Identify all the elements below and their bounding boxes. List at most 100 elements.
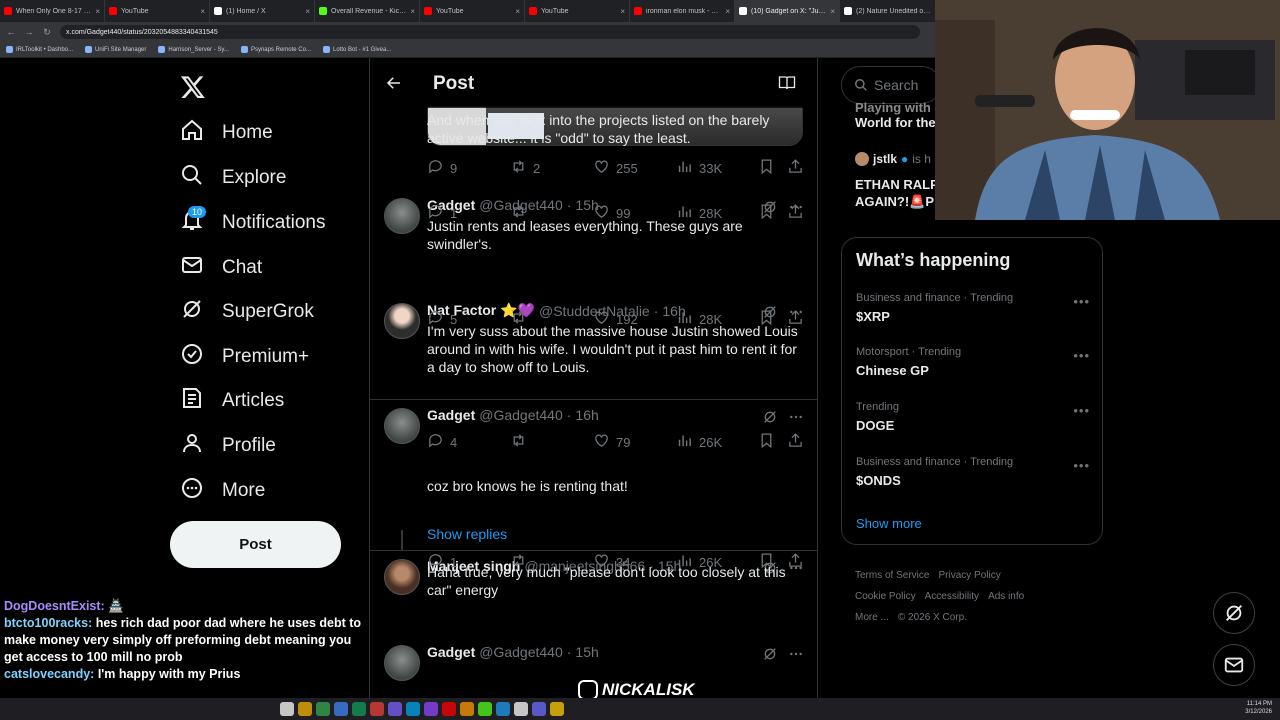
views-button[interactable]: 33K [676,158,722,178]
handle[interactable]: @Gadget440 [479,644,563,660]
trend-item[interactable]: Business and finance · Trending $XRP ••• [856,292,1090,324]
repost-button[interactable] [510,432,533,452]
trend-more-icon[interactable]: ••• [1073,294,1090,309]
more-options-icon[interactable] [788,646,804,662]
tab-close-icon[interactable]: × [95,7,100,16]
views-button[interactable]: 26K [676,432,722,452]
taskbar-app-icon[interactable] [496,702,510,716]
bookmark-item[interactable]: Harrison_Server - Sy... [158,46,229,53]
taskbar-app-icon[interactable] [532,702,546,716]
taskbar-app-icon[interactable] [442,702,456,716]
tab-close-icon[interactable]: × [515,7,520,16]
grok-explain-icon[interactable] [762,409,778,425]
trend-item[interactable]: Motorsport · Trending Chinese GP ••• [856,346,1090,378]
search-input[interactable]: Search [841,66,941,104]
trend-item[interactable]: Business and finance · Trending $ONDS ••• [856,456,1090,488]
tab-close-icon[interactable]: × [725,7,730,16]
trend-more-icon[interactable]: ••• [1073,458,1090,473]
browser-tab[interactable]: (2) Nature Unedited on X× [840,0,945,22]
taskbar-app-icon[interactable] [406,702,420,716]
footer-link[interactable]: Accessibility [925,591,979,602]
trend-more-icon[interactable]: ••• [1073,348,1090,363]
footer-link[interactable]: Privacy Policy [938,570,1000,581]
grok-explain-icon[interactable] [762,646,778,662]
taskbar-app-icon[interactable] [280,702,294,716]
timestamp[interactable]: 16h [575,407,598,423]
taskbar-app-icon[interactable] [316,702,330,716]
bookmark-item[interactable]: Psynaps Remote Co... [240,46,311,53]
url-field[interactable]: x.com/Gadget440/status/20320548833404315… [60,25,920,39]
bookmark-item[interactable]: IRLToolkit • Dashbo... [6,46,73,53]
taskbar-app-icon[interactable] [388,702,402,716]
handle[interactable]: @Gadget440 [479,407,563,423]
avatar[interactable] [384,303,420,339]
taskbar-app-icon[interactable] [370,702,384,716]
avatar[interactable] [384,645,420,681]
browser-tab[interactable]: YouTube × [105,0,210,22]
bookmark-button[interactable] [758,432,775,452]
browser-tab[interactable]: YouTube × [525,0,630,22]
footer-link[interactable]: Ads info [988,591,1024,602]
repost-button[interactable]: 2 [510,158,540,178]
tab-close-icon[interactable]: × [620,7,625,16]
trend-item[interactable]: Trending DOGE ••• [856,401,1090,433]
x-logo-icon[interactable] [180,74,206,100]
footer-link[interactable]: © 2026 X Corp. [898,612,967,623]
forward-nav-icon[interactable]: → [24,27,34,37]
avatar[interactable] [384,408,420,444]
timestamp[interactable]: 15h [575,644,598,660]
nav-item-supergrok[interactable]: SuperGrok [180,297,314,327]
more-options-icon[interactable] [788,409,804,425]
taskbar-app-icon[interactable] [298,702,312,716]
nav-item-articles[interactable]: Articles [180,386,284,416]
taskbar-app-icon[interactable] [514,702,528,716]
browser-tab[interactable]: (1) Home / X × [210,0,315,22]
footer-link[interactable]: Terms of Service [855,570,929,581]
reply-button[interactable]: 9 [427,158,457,178]
browser-tab[interactable]: YouTube × [420,0,525,22]
taskbar-app-icon[interactable] [424,702,438,716]
taskbar-app-icon[interactable] [334,702,348,716]
taskbar-app-icon[interactable] [352,702,366,716]
bookmark-item[interactable]: Lotto Bot - #1 Givea... [322,46,391,53]
taskbar-app-icon[interactable] [460,702,474,716]
grok-floating-button[interactable] [1213,592,1255,634]
taskbar-app-icon[interactable] [478,702,492,716]
footer-link[interactable]: More ... [855,612,889,623]
nav-item-profile[interactable]: Profile [180,431,276,461]
partial-trend-card[interactable]: Playing with World for the jstlk ● is h … [841,100,941,218]
tab-close-icon[interactable]: × [305,7,310,16]
avatar[interactable] [384,198,420,234]
nav-item-premium[interactable]: Premium+ [180,342,309,372]
back-nav-icon[interactable]: ← [6,27,16,37]
nav-item-home[interactable]: Home [180,118,273,148]
messages-floating-button[interactable] [1213,644,1255,686]
tab-close-icon[interactable]: × [200,7,205,16]
like-button[interactable]: 79 [593,432,630,452]
reload-icon[interactable]: ↻ [42,27,52,38]
browser-tab[interactable]: ironman elon musk - YouT × [630,0,735,22]
browser-tab[interactable]: When Only One 8-17 Car × [0,0,105,22]
taskbar-app-icon[interactable] [550,702,564,716]
trend-more-icon[interactable]: ••• [1073,403,1090,418]
footer-link[interactable]: Cookie Policy [855,591,916,602]
browser-tab[interactable]: (10) Gadget on X: "Justin × [735,0,840,22]
share-button[interactable] [787,432,804,452]
post-button[interactable]: Post [170,521,341,568]
nav-item-chat[interactable]: Chat [180,253,262,283]
reader-mode-icon[interactable] [778,75,796,91]
bookmark-button[interactable] [758,158,775,178]
tab-close-icon[interactable]: × [410,7,415,16]
browser-tab[interactable]: Overall Revenue - Kick Da × [315,0,420,22]
bookmark-item[interactable]: UniFi Site Manager [85,46,146,53]
display-name[interactable]: Gadget [427,644,475,660]
display-name[interactable]: Gadget [427,407,475,423]
like-button[interactable]: 255 [593,158,638,178]
tab-close-icon[interactable]: × [830,7,835,16]
share-button[interactable] [787,158,804,178]
show-more-link[interactable]: Show more [856,516,922,531]
nav-item-more[interactable]: More [180,476,265,506]
nav-item-explore[interactable]: Explore [180,163,286,193]
avatar[interactable] [384,559,420,595]
reply-button[interactable]: 4 [427,432,457,452]
